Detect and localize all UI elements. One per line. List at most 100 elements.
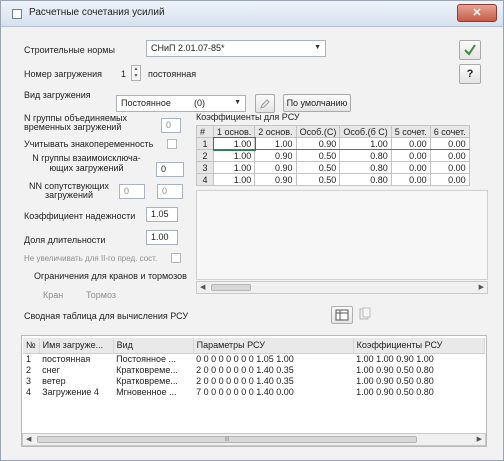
coef-cell[interactable]: 0.50 <box>295 149 341 162</box>
coef-cell[interactable]: 0.90 <box>254 173 297 186</box>
scroll-right-icon[interactable]: ▶ <box>477 435 482 443</box>
scroll-left-icon[interactable]: ◀ <box>200 283 205 291</box>
summary-cell: Постоянное ... <box>116 353 176 364</box>
reliability-field[interactable]: 1.05 <box>146 207 178 222</box>
summary-row[interactable]: 2 снег Кратковреме... 2 0 0 0 0 0 0 0 1.… <box>23 364 485 375</box>
summary-cell: 2 <box>26 364 32 375</box>
summary-header[interactable]: Вид <box>113 338 194 354</box>
summary-cell: 2 0 0 0 0 0 0 0 1.40 0.35 <box>196 364 294 375</box>
coef-cell[interactable]: 1.00 <box>212 173 256 186</box>
coef-header: 1 основ. <box>212 125 256 138</box>
summary-header[interactable]: Параметры РСУ <box>193 338 354 354</box>
coef-cell[interactable]: 0.50 <box>295 161 341 174</box>
brake-option[interactable]: Тормоз <box>86 290 116 300</box>
coef-horizontal-scrollbar[interactable]: ◀ ▶ <box>196 281 488 294</box>
coef-cell[interactable]: 0.00 <box>429 149 470 162</box>
n-group-mutex-label: N группы взаимоисключа- ющих загружений <box>32 153 141 173</box>
apply-button[interactable] <box>459 40 481 60</box>
norms-value: СНиП 2.01.07-85* <box>151 43 225 53</box>
coef-cell[interactable]: 1.00 <box>254 137 297 150</box>
n-group-mutex-field[interactable]: 0 <box>156 162 184 177</box>
no-increase-label: Не увеличивать для II-го пред. сост. <box>24 254 158 263</box>
coef-cell[interactable]: 0.80 <box>339 173 392 186</box>
n-group-temp-field[interactable]: 0 <box>161 118 181 133</box>
sign-var-label: Учитывать знакопеременность <box>24 139 154 149</box>
coef-row-num[interactable]: 3 <box>196 161 214 174</box>
coef-cell[interactable]: 0.00 <box>429 161 470 174</box>
summary-header[interactable]: Коэффициенты РСУ <box>353 338 486 354</box>
coef-row[interactable]: 2 1.00 0.90 0.50 0.80 0.00 0.00 <box>196 149 470 162</box>
coef-cell[interactable]: 0.80 <box>339 149 392 162</box>
coef-grid: # 1 основ. 2 основ. Особ.(С) Особ.(б С) … <box>196 125 470 186</box>
coef-cell[interactable]: 1.00 <box>212 161 256 174</box>
summary-cell: 7 0 0 0 0 0 0 0 1.40 0.00 <box>196 386 294 397</box>
nn-accomp-label: NN сопутствующих загружений <box>29 181 109 200</box>
help-button[interactable]: ? <box>459 64 481 84</box>
coef-cell[interactable]: 0.90 <box>254 161 297 174</box>
summary-header[interactable]: № <box>23 338 40 354</box>
help-icon: ? <box>466 68 474 80</box>
crane-option[interactable]: Кран <box>43 290 63 300</box>
coef-row[interactable]: 1 1.00 1.00 0.90 1.00 0.00 0.00 <box>196 136 470 151</box>
scroll-right-icon[interactable]: ▶ <box>479 283 484 291</box>
coef-cell[interactable]: 0.00 <box>390 173 431 186</box>
coef-cell[interactable]: 1.00 <box>212 136 256 151</box>
nn-accomp-field-1[interactable]: 0 <box>119 184 145 199</box>
edit-button[interactable] <box>255 94 275 113</box>
summary-row[interactable]: 3 ветер Кратковреме... 2 0 0 0 0 0 0 0 1… <box>23 375 485 386</box>
summary-title: Сводная таблица для вычисления РСУ <box>24 311 189 321</box>
table-view-button[interactable] <box>331 306 353 324</box>
pencil-icon <box>260 99 270 109</box>
coef-header: # <box>196 125 214 138</box>
coef-cell[interactable]: 1.00 <box>212 149 256 162</box>
summary-header-row: № Имя загруже... Вид Параметры РСУ Коэфф… <box>23 338 486 354</box>
summary-cell: Мгновенное ... <box>116 386 177 397</box>
summary-cell: Кратковреме... <box>116 364 178 375</box>
norms-label: Строительные нормы <box>24 45 115 55</box>
coef-row-num[interactable]: 2 <box>196 149 214 162</box>
window-title: Расчетные сочетания усилий <box>29 7 165 18</box>
coef-row[interactable]: 3 1.00 0.90 0.50 0.80 0.00 0.00 <box>196 161 470 174</box>
scroll-left-icon[interactable]: ◀ <box>26 435 31 443</box>
summary-row[interactable]: 4 Загружение 4 Мгновенное ... 7 0 0 0 0 … <box>23 386 485 397</box>
no-increase-checkbox[interactable] <box>171 253 181 263</box>
coef-cell[interactable]: 0.50 <box>295 173 341 186</box>
scroll-thumb[interactable] <box>211 284 251 291</box>
default-button[interactable]: По умолчанию <box>283 94 351 112</box>
summary-horizontal-scrollbar[interactable]: ◀ III ▶ <box>22 433 486 446</box>
scroll-thumb[interactable]: III <box>37 436 417 443</box>
summary-cell: 3 <box>26 375 32 386</box>
coef-cell[interactable]: 0.00 <box>390 161 431 174</box>
duration-field[interactable]: 1.00 <box>146 230 178 245</box>
coef-cell[interactable]: 0.90 <box>254 149 297 162</box>
crane-label: Ограничения для кранов и тормозов <box>34 271 187 281</box>
summary-header[interactable]: Имя загруже... <box>39 338 114 354</box>
summary-row[interactable]: 1 постоянная Постоянное ... 0 0 0 0 0 0 … <box>23 353 485 364</box>
load-type-dropdown[interactable]: Постоянное (0) ▼ <box>116 95 246 112</box>
summary-cell: ветер <box>42 375 66 386</box>
copy-button[interactable] <box>358 307 376 323</box>
coef-cell[interactable]: 0.00 <box>429 173 470 186</box>
summary-cell: 1.00 0.90 0.50 0.80 <box>356 386 434 397</box>
sign-var-checkbox[interactable] <box>167 139 177 149</box>
load-num-stepper[interactable]: ▲ ▼ <box>131 65 141 81</box>
coef-header: 6 сочет. <box>429 125 470 138</box>
coef-row-num[interactable]: 1 <box>196 137 214 150</box>
coef-row[interactable]: 4 1.00 0.90 0.50 0.80 0.00 0.00 <box>196 173 470 186</box>
summary-cell: 1.00 1.00 0.90 1.00 <box>356 353 434 364</box>
coef-row-num[interactable]: 4 <box>196 173 214 186</box>
coef-cell[interactable]: 0.90 <box>295 137 341 150</box>
load-num-label: Номер загружения <box>24 69 103 79</box>
coef-cell[interactable]: 0.00 <box>390 137 431 150</box>
coef-cell[interactable]: 0.00 <box>429 137 470 150</box>
close-icon[interactable]: ✕ <box>472 7 481 19</box>
coef-cell[interactable]: 0.00 <box>390 149 431 162</box>
nn-accomp-field-2[interactable]: 0 <box>157 184 183 199</box>
coef-header: 5 сочет. <box>390 125 431 138</box>
summary-cell: Кратковреме... <box>116 375 178 386</box>
duration-label: Доля длительности <box>24 235 106 245</box>
coef-cell[interactable]: 1.00 <box>339 137 392 150</box>
close-button[interactable]: ✕ <box>457 4 497 22</box>
coef-cell[interactable]: 0.80 <box>339 161 392 174</box>
norms-dropdown[interactable]: СНиП 2.01.07-85* ▼ <box>146 40 326 57</box>
